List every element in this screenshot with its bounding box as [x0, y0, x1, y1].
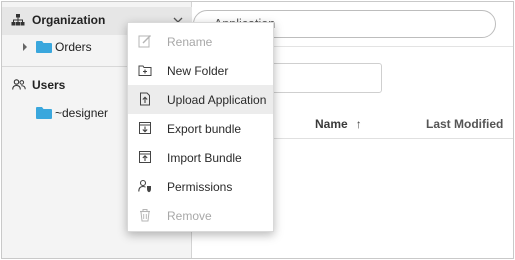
sort-ascending-icon: ↑: [355, 117, 362, 131]
folder-icon: [36, 107, 52, 119]
column-header-label: Last Modified: [426, 117, 504, 131]
menu-item-upload-application[interactable]: Upload Application: [128, 85, 273, 114]
menu-item-import-bundle[interactable]: Import Bundle: [128, 143, 273, 172]
users-icon: [12, 79, 26, 91]
menu-item-label: Rename: [167, 35, 213, 49]
tree-item-label: ~designer: [55, 106, 109, 120]
menu-item-label: Import Bundle: [167, 151, 242, 165]
export-bundle-icon: [138, 121, 152, 135]
context-menu: Rename New Folder Upload Application Exp…: [127, 22, 274, 232]
menu-item-label: Remove: [167, 209, 212, 223]
import-bundle-icon: [138, 150, 152, 164]
explorer-window: Organization Orders Users ~designer Appl…: [1, 1, 514, 259]
tree-root-label: Organization: [32, 13, 106, 27]
users-section-label: Users: [32, 78, 66, 92]
permissions-icon: [138, 179, 152, 193]
menu-item-rename[interactable]: Rename: [128, 27, 273, 56]
menu-item-label: New Folder: [167, 64, 229, 78]
folder-icon: [36, 41, 52, 53]
edit-icon: [138, 34, 152, 48]
column-header-label: Name: [315, 117, 348, 131]
upload-application-icon: [138, 92, 152, 106]
menu-item-new-folder[interactable]: New Folder: [128, 56, 273, 85]
menu-item-remove[interactable]: Remove: [128, 201, 273, 230]
menu-item-export-bundle[interactable]: Export bundle: [128, 114, 273, 143]
trash-icon: [138, 208, 152, 222]
hierarchy-icon: [11, 13, 25, 27]
column-header-last-modified[interactable]: Last Modified: [426, 110, 503, 138]
menu-item-label: Permissions: [167, 180, 233, 194]
column-header-name[interactable]: Name ↑: [315, 110, 362, 138]
menu-item-label: Export bundle: [167, 122, 242, 136]
filter-input[interactable]: [258, 63, 382, 93]
menu-item-label: Upload Application: [167, 93, 267, 107]
new-folder-icon: [138, 63, 152, 77]
chevron-right-icon[interactable]: [21, 42, 29, 52]
menu-item-permissions[interactable]: Permissions: [128, 172, 273, 201]
tree-item-label: Orders: [55, 40, 92, 54]
